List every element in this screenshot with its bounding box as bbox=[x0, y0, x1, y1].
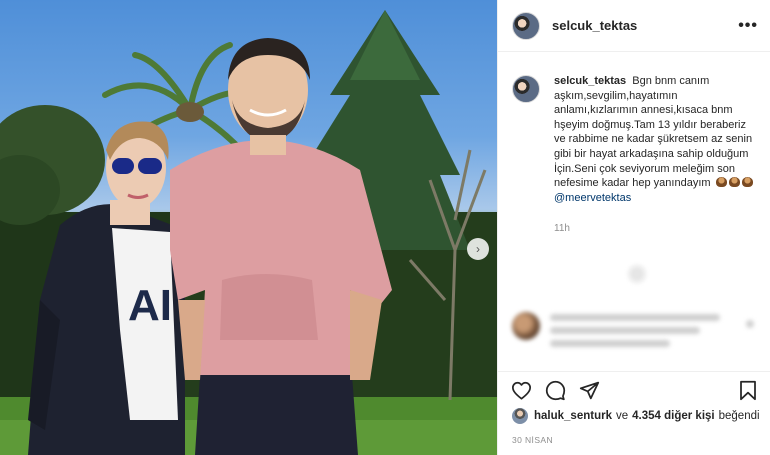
heart-icon[interactable] bbox=[510, 380, 532, 402]
caption-timestamp[interactable]: 11h bbox=[554, 223, 756, 234]
carousel-next-button[interactable]: › bbox=[467, 238, 489, 260]
blurred-line bbox=[550, 314, 720, 321]
caption-mention-link[interactable]: @meervetektas bbox=[554, 192, 631, 204]
loading-spinner-icon bbox=[627, 264, 647, 284]
liker-avatar[interactable] bbox=[512, 408, 528, 424]
post-side-panel: selcuk_tektas ••• selcuk_tektas Bgn bnm … bbox=[497, 0, 770, 455]
photo-illustration: AI bbox=[0, 10, 497, 455]
blurred-avatar bbox=[512, 312, 540, 340]
pie-emoji-icon bbox=[715, 177, 727, 188]
caption-text-block: selcuk_tektas Bgn bnm canım aşkım,sevgil… bbox=[554, 74, 756, 205]
pie-emoji-icon bbox=[728, 177, 740, 188]
author-username[interactable]: selcuk_tektas bbox=[552, 18, 637, 33]
likes-suffix: beğendi bbox=[718, 410, 760, 422]
post-date[interactable]: 30 NİSAN bbox=[512, 435, 553, 445]
post-photo: AI › bbox=[0, 0, 497, 455]
post-actions-bar bbox=[498, 371, 770, 409]
blurred-comment bbox=[512, 310, 762, 360]
chevron-right-icon: › bbox=[476, 242, 480, 256]
comment-icon[interactable] bbox=[544, 380, 566, 402]
blurred-heart-icon bbox=[746, 320, 754, 328]
likes-summary: haluk_senturk ve 4.354 diğer kişi beğend… bbox=[512, 408, 764, 424]
more-options-icon[interactable]: ••• bbox=[738, 17, 758, 35]
caption-text: Bgn bnm canım aşkım,sevgilim,hayatımın a… bbox=[554, 75, 753, 190]
caption-username[interactable]: selcuk_tektas bbox=[554, 75, 626, 87]
share-icon[interactable] bbox=[578, 380, 600, 402]
likes-connector: ve bbox=[615, 410, 629, 422]
post-header: selcuk_tektas ••• bbox=[498, 0, 770, 52]
author-avatar[interactable] bbox=[512, 11, 540, 40]
caption-comment: selcuk_tektas Bgn bnm canım aşkım,sevgil… bbox=[498, 52, 770, 234]
caption-body: selcuk_tektas Bgn bnm canım aşkım,sevgil… bbox=[554, 74, 756, 234]
blurred-line bbox=[550, 327, 700, 334]
first-liker-username[interactable]: haluk_senturk bbox=[534, 410, 612, 422]
other-likes-count[interactable]: 4.354 diğer kişi bbox=[632, 410, 714, 422]
svg-text:AI: AI bbox=[128, 281, 172, 330]
bookmark-icon[interactable] bbox=[737, 380, 759, 402]
blurred-line bbox=[550, 340, 670, 347]
caption-avatar[interactable] bbox=[512, 75, 540, 103]
pie-emoji-icon bbox=[741, 177, 753, 188]
